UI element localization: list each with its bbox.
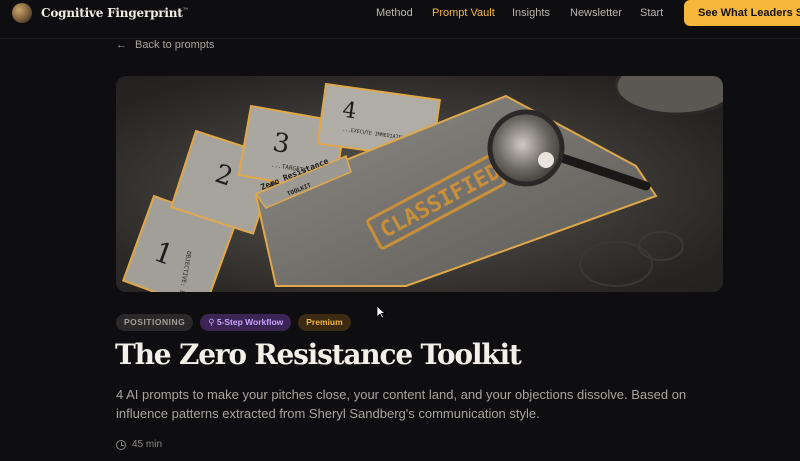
clock-icon	[116, 439, 126, 450]
arrow-left-icon: ←	[116, 39, 127, 51]
nav-item-insights[interactable]: Insights	[512, 7, 550, 19]
cta-button[interactable]: See What Leaders See	[684, 0, 800, 26]
category-badge: POSITIONING	[116, 314, 194, 331]
back-link[interactable]: ← Back to prompts	[116, 39, 214, 51]
hero-image: 1 OBJECTIVE: ELIMINATE 2 3 ...TARGETS TH…	[116, 76, 723, 292]
duration-label: 45 min	[132, 439, 163, 450]
back-link-label: Back to prompts	[135, 39, 215, 51]
top-nav: Cognitive Fingerprint™ Method Prompt Vau…	[0, 0, 800, 26]
page-description: 4 AI prompts to make your pitches close,…	[116, 387, 687, 421]
tag-row: POSITIONING ⚲ 5-Step Workflow Premium	[116, 314, 351, 331]
duration-meta: 45 min	[116, 439, 162, 450]
nav-item-newsletter[interactable]: Newsletter	[570, 7, 622, 19]
nav-item-method[interactable]: Method	[376, 7, 413, 19]
nav-item-start[interactable]: Start	[640, 7, 663, 19]
workflow-badge: ⚲ 5-Step Workflow	[200, 314, 292, 331]
nav-item-prompt-vault[interactable]: Prompt Vault	[432, 7, 495, 19]
mouse-cursor-icon	[376, 305, 386, 319]
brand-logo[interactable]	[12, 3, 32, 23]
page-title: The Zero Resistance Toolkit	[115, 338, 522, 371]
brand-name[interactable]: Cognitive Fingerprint™	[41, 6, 189, 20]
premium-badge: Premium	[298, 314, 351, 331]
link-icon: ⚲	[208, 317, 217, 327]
